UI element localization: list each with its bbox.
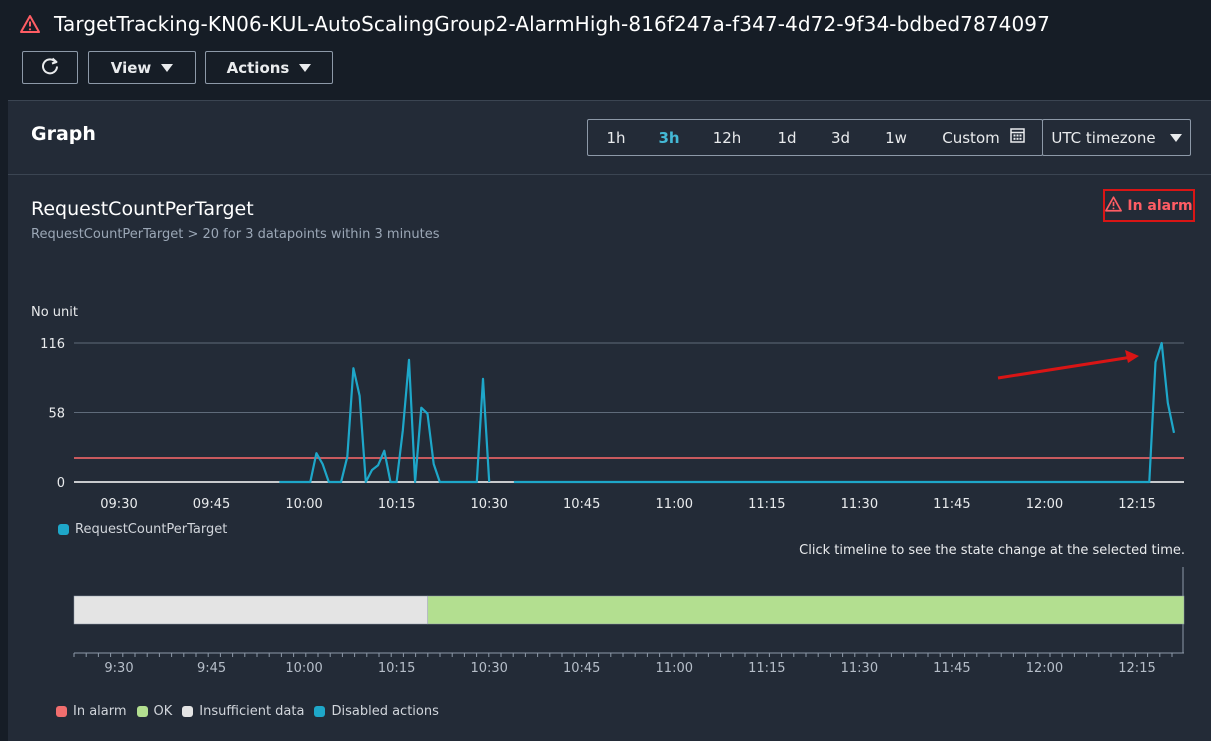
state-legend: In alarm OK Insufficient data Disabled a…: [56, 704, 439, 719]
x-tick-label: 10:15: [378, 497, 415, 512]
view-dropdown-button[interactable]: View: [88, 51, 196, 84]
annotation-arrow-line: [997, 355, 1133, 380]
warning-icon: [20, 14, 40, 34]
timeline-tick-label: 11:30: [841, 661, 878, 676]
timeline-tick-label: 11:00: [656, 661, 693, 676]
x-tick-label: 12:00: [1026, 497, 1063, 512]
caret-down-icon: [299, 63, 312, 72]
legend-swatch: [136, 706, 148, 717]
legend-insufficient-data: Insufficient data: [182, 704, 304, 719]
x-tick-label: 10:00: [285, 497, 322, 512]
view-label: View: [110, 58, 152, 77]
y-tick-label: 58: [48, 407, 65, 422]
timeline-state-bar: [427, 595, 1185, 625]
alarm-header: TargetTracking-KN06-KUL-AutoScalingGroup…: [0, 0, 1211, 100]
x-tick-label: 11:45: [933, 497, 970, 512]
legend-in-alarm: In alarm: [56, 704, 127, 719]
x-tick-label: 11:00: [656, 497, 693, 512]
timeline-tick-label: 10:15: [378, 661, 415, 676]
legend-swatch: [182, 706, 194, 717]
timeline-tick-label: 12:00: [1026, 661, 1063, 676]
actions-dropdown-button[interactable]: Actions: [205, 51, 333, 84]
series-legend-swatch: [58, 524, 69, 535]
timeline-tick-label: 10:30: [470, 661, 507, 676]
y-tick-label: 0: [57, 476, 65, 491]
graph-panel: Graph 1h 3h 12h 1d 3d 1w Custom UTC time…: [8, 100, 1211, 741]
legend-ok: OK: [136, 704, 173, 719]
refresh-icon: [40, 56, 60, 80]
x-tick-label: 09:30: [100, 497, 137, 512]
timeline-tick-label: 10:00: [285, 661, 322, 676]
x-tick-label: 12:15: [1118, 497, 1155, 512]
x-tick-label: 10:30: [470, 497, 507, 512]
refresh-button[interactable]: [22, 51, 78, 84]
caret-down-icon: [161, 63, 174, 72]
legend-label: In alarm: [73, 704, 127, 719]
legend-label: Disabled actions: [331, 704, 439, 719]
timeline-tick-label: 9:45: [197, 661, 226, 676]
timeline-tick-label: 9:30: [104, 661, 133, 676]
x-tick-label: 09:45: [193, 497, 230, 512]
series-line: [279, 358, 491, 484]
alarm-title: TargetTracking-KN06-KUL-AutoScalingGroup…: [54, 12, 1050, 36]
timeline-tick-label: 11:45: [933, 661, 970, 676]
x-tick-label: 11:15: [748, 497, 785, 512]
timeline-hint: Click timeline to see the state change a…: [799, 543, 1185, 558]
legend-swatch: [56, 706, 67, 717]
timeline-state-bar: [73, 595, 428, 625]
metric-chart[interactable]: 0 58 116 09:30 09:45 10:00 10:15 10:30 10:45 11:0…: [8, 101, 1211, 741]
annotation-arrow-head: [1125, 350, 1139, 363]
legend-swatch: [314, 706, 326, 717]
timeline-tick-label: 11:15: [748, 661, 785, 676]
timeline-tick-label: 10:45: [563, 661, 600, 676]
x-tick-label: 11:30: [841, 497, 878, 512]
legend-disabled-actions: Disabled actions: [314, 704, 439, 719]
legend-label: Insufficient data: [199, 704, 305, 719]
legend-label: OK: [153, 704, 173, 719]
alarm-title-row: TargetTracking-KN06-KUL-AutoScalingGroup…: [20, 10, 1050, 38]
actions-label: Actions: [226, 58, 290, 77]
timeline-tick-label: 12:15: [1118, 661, 1155, 676]
y-tick-label: 116: [40, 337, 65, 352]
series-legend-item[interactable]: RequestCountPerTarget: [58, 522, 227, 537]
series-legend-label: RequestCountPerTarget: [75, 522, 228, 537]
x-tick-label: 10:45: [563, 497, 600, 512]
